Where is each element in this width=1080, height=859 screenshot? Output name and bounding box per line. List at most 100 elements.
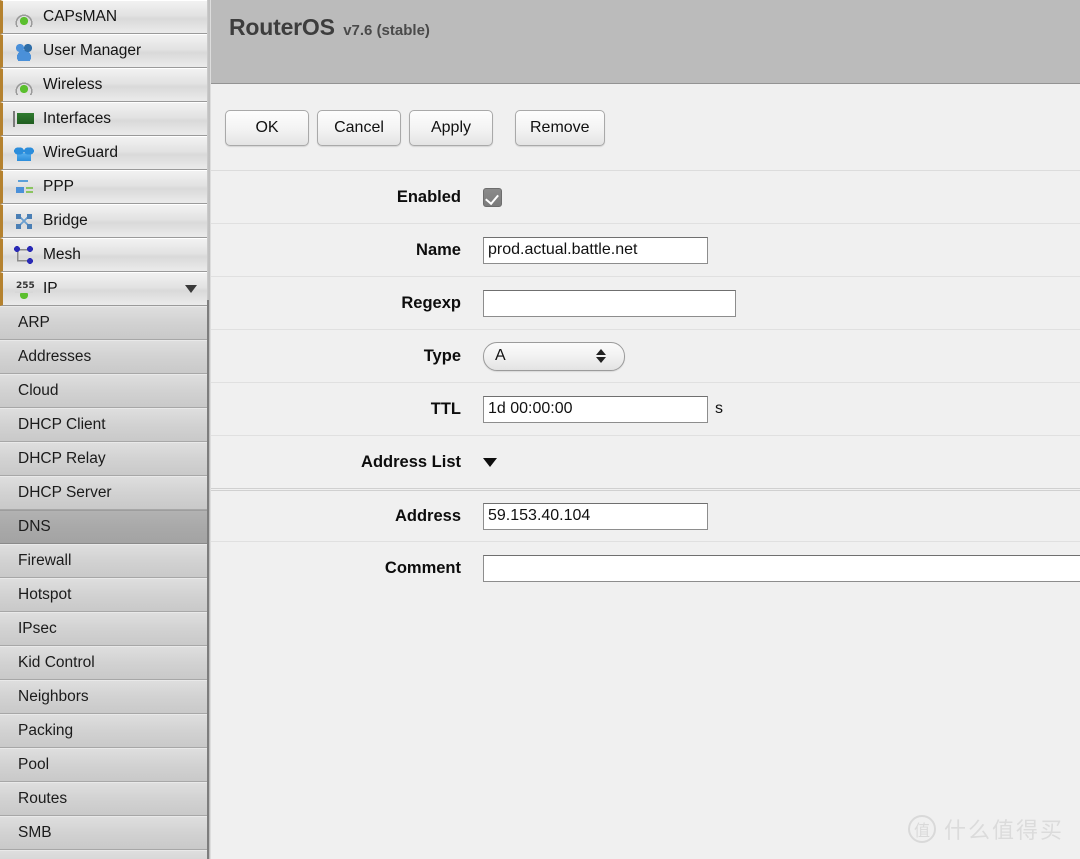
- type-select-value: A: [495, 347, 506, 364]
- sidebar-subitem-label: Routes: [18, 790, 68, 807]
- sidebar-subitem-dhcp-relay[interactable]: DHCP Relay: [0, 442, 211, 476]
- sidebar-subitem-label: DHCP Server: [18, 484, 112, 501]
- sidebar-item-label: Mesh: [43, 246, 81, 263]
- sidebar-subitem-ipsec[interactable]: IPsec: [0, 612, 211, 646]
- sidebar-item-label: WireGuard: [43, 144, 118, 161]
- sidebar-subitem-dns[interactable]: DNS: [0, 510, 211, 544]
- sidebar-item-wireguard[interactable]: WireGuard: [0, 136, 211, 170]
- sidebar-subitem-label: DNS: [18, 518, 51, 535]
- title-bar: RouterOS v7.6 (stable): [211, 0, 1080, 84]
- type-label: Type: [423, 346, 461, 365]
- enabled-checkbox[interactable]: [483, 187, 502, 207]
- sidebar-subitem-addresses[interactable]: Addresses: [0, 340, 211, 374]
- sidebar-item-capsman[interactable]: CAPsMAN: [0, 0, 211, 34]
- sidebar-subitem-dhcp-server[interactable]: DHCP Server: [0, 476, 211, 510]
- main-panel: RouterOS v7.6 (stable) OK Cancel Apply R…: [211, 0, 1080, 859]
- sidebar-subitem-neighbors[interactable]: Neighbors: [0, 680, 211, 714]
- sidebar-item-label: Wireless: [43, 76, 103, 93]
- ttl-unit-label: s: [715, 400, 723, 417]
- watermark-text: 什么值得买: [943, 819, 1064, 844]
- cancel-button[interactable]: Cancel: [317, 110, 401, 146]
- wireguard-icon: [13, 143, 35, 163]
- triangle-down-icon[interactable]: [483, 457, 497, 467]
- sidebar-subitem-firewall[interactable]: Firewall: [0, 544, 211, 578]
- sidebar-item-mesh[interactable]: Mesh: [0, 238, 211, 272]
- form-row-address: Address: [211, 488, 1080, 541]
- ppp-icon: [13, 177, 35, 197]
- routeros-webfig-window: CAPsMAN User Manager Wireless Interfaces Wir…: [0, 0, 1080, 859]
- ip-icon-badge: 255: [16, 281, 35, 291]
- ok-button[interactable]: OK: [225, 110, 309, 146]
- sidebar-item-label: CAPsMAN: [43, 8, 118, 25]
- sidebar-subitem-label: DHCP Client: [18, 416, 106, 433]
- regexp-label: Regexp: [401, 293, 461, 312]
- capsman-icon: [13, 7, 35, 27]
- sidebar-item-bridge[interactable]: Bridge: [0, 204, 211, 238]
- enabled-label: Enabled: [396, 187, 461, 206]
- sidebar-item-label: IP: [43, 280, 58, 297]
- form-row-ttl: TTL s: [211, 382, 1080, 435]
- sidebar-subitem-label: IPsec: [18, 620, 57, 637]
- regexp-input[interactable]: [483, 289, 736, 317]
- sidebar-item-ppp[interactable]: PPP: [0, 170, 211, 204]
- sidebar-item-label: User Manager: [43, 42, 142, 59]
- address-label: Address: [394, 506, 461, 525]
- stepper-arrows-icon[interactable]: [596, 349, 606, 363]
- sidebar-subitem-label: Cloud: [18, 382, 59, 399]
- sidebar-subitem-label: Neighbors: [18, 688, 89, 705]
- user-manager-icon: [13, 41, 35, 61]
- sidebar-subitem-label: DHCP Relay: [18, 450, 106, 467]
- sidebar-subitem-label: SMB: [18, 824, 52, 841]
- interfaces-icon: [13, 109, 35, 129]
- form-row-regexp: Regexp: [211, 276, 1080, 329]
- form-row-type: Type A: [211, 329, 1080, 382]
- chevron-down-icon[interactable]: [185, 285, 197, 293]
- sidebar-item-label: PPP: [43, 178, 75, 195]
- sidebar-item-wireless[interactable]: Wireless: [0, 68, 211, 102]
- version-label: v7.6 (stable): [343, 22, 430, 39]
- sidebar-subitem-label: Firewall: [18, 552, 72, 569]
- form-row-comment: Comment: [211, 541, 1080, 594]
- form-row-enabled: Enabled: [211, 170, 1080, 223]
- name-label: Name: [416, 240, 461, 259]
- sidebar-subitem-packing[interactable]: Packing: [0, 714, 211, 748]
- sidebar-item-user-manager[interactable]: User Manager: [0, 34, 211, 68]
- apply-button[interactable]: Apply: [409, 110, 493, 146]
- sidebar-subitem-kid-control[interactable]: Kid Control: [0, 646, 211, 680]
- sidebar-subitem-label: Addresses: [18, 348, 92, 365]
- wireless-icon: [13, 75, 35, 95]
- sidebar-subitem-snmp[interactable]: SNMP: [0, 850, 211, 859]
- name-input[interactable]: [483, 236, 708, 264]
- ttl-label: TTL: [430, 399, 461, 418]
- comment-label: Comment: [384, 558, 461, 577]
- sidebar-subitem-cloud[interactable]: Cloud: [0, 374, 211, 408]
- sidebar-subitem-arp[interactable]: ARP: [0, 306, 211, 340]
- address-list-label: Address List: [361, 452, 461, 471]
- form-row-name: Name: [211, 223, 1080, 276]
- mesh-icon: [13, 245, 35, 265]
- ip-icon: 255: [13, 279, 35, 299]
- sidebar-subitem-dhcp-client[interactable]: DHCP Client: [0, 408, 211, 442]
- sidebar-subitem-hotspot[interactable]: Hotspot: [0, 578, 211, 612]
- sidebar-subitem-smb[interactable]: SMB: [0, 816, 211, 850]
- sidebar-item-ip[interactable]: 255 IP: [0, 272, 211, 306]
- type-select[interactable]: A: [483, 341, 625, 371]
- sidebar-subitem-label: Pool: [18, 756, 50, 773]
- sidebar-subitem-label: Packing: [18, 722, 74, 739]
- sidebar-subitem-pool[interactable]: Pool: [0, 748, 211, 782]
- sidebar-subitem-label: Kid Control: [18, 654, 95, 671]
- form-row-address-list[interactable]: Address List: [211, 435, 1080, 488]
- sidebar-subitem-routes[interactable]: Routes: [0, 782, 211, 816]
- watermark-logo-icon: 值: [907, 815, 936, 843]
- bridge-icon: [13, 211, 35, 231]
- sidebar-submenu-divider: [207, 300, 209, 859]
- comment-input[interactable]: [483, 554, 1080, 582]
- remove-button[interactable]: Remove: [515, 110, 605, 146]
- address-input[interactable]: [483, 502, 708, 530]
- sidebar-subitem-label: ARP: [18, 314, 50, 331]
- sidebar-ip-submenu: ARP Addresses Cloud DHCP Client DHCP Relay DH…: [0, 306, 211, 859]
- sidebar-item-interfaces[interactable]: Interfaces: [0, 102, 211, 136]
- sidebar: CAPsMAN User Manager Wireless Interfaces Wir…: [0, 0, 211, 859]
- ttl-input[interactable]: [483, 395, 708, 423]
- watermark: 值 什么值得买: [907, 813, 1064, 845]
